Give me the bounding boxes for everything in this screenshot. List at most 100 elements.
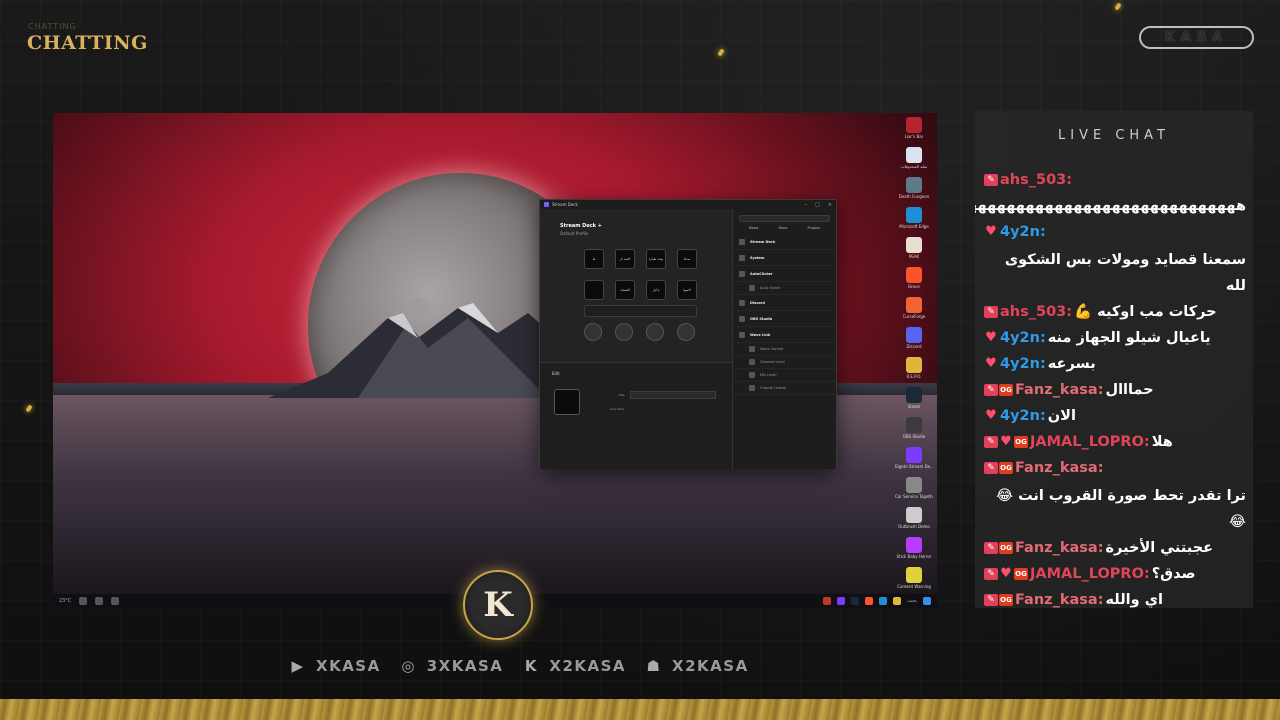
stream-deck-key[interactable] [584,280,604,300]
desktop-icon-peak[interactable]: PEAK [895,233,933,259]
chat-username[interactable]: ahs_503: [1000,299,1072,325]
badges: ✎ ♥ OG [984,567,1028,580]
desktop-icon-car-service[interactable]: Car Service Together [895,473,933,499]
stick-baby-icon [906,537,922,553]
taskbar-icon[interactable] [95,597,104,605]
chat-list: ✎ ahs_503: هههههههههههههههههههههههههههههه ♥… [975,167,1246,608]
category-item[interactable]: Wave Control [733,343,836,356]
dial[interactable] [584,323,602,341]
search-box[interactable]: بحث [907,598,917,604]
search-input[interactable] [739,215,830,222]
stream-deck-key[interactable]: يا ليل [646,280,666,300]
desktop-icon-discord[interactable]: Discord [895,323,933,349]
desktop-icon-curseforge[interactable]: CurseForge [895,293,933,319]
taskbar-icon[interactable] [893,597,902,605]
chat-username[interactable]: 4y2n: [1000,351,1046,377]
desktop-icon-elgato-stream-deck[interactable]: Elgato Stream De... [895,443,933,469]
desktop-icon-recycle-bin[interactable]: سلة المحذوفات [895,143,933,169]
desktop-icon-brave[interactable]: Brave [895,263,933,289]
category-item[interactable]: Stream Deck [733,234,836,250]
recycle-bin-icon [906,147,922,163]
tab-store[interactable]: Store [778,226,787,230]
chat-username[interactable]: ahs_503: [1000,167,1072,193]
category-icon [739,331,745,338]
profile-sub[interactable]: Default Profile [560,231,588,236]
desktop-icon-stick-baby[interactable]: Stick Baby Horror [895,533,933,559]
touch-strip[interactable] [584,305,697,317]
chat-message: ♥ 4y2n: ياعيال شيلو الجهاز منه [984,325,1246,351]
category-item[interactable]: OBS Studio [733,311,836,327]
category-item[interactable]: Wave Link [733,327,836,343]
dial[interactable] [646,323,664,341]
stream-deck-key[interactable]: وقت طيارة [646,249,666,269]
og-badge-icon: OG [999,542,1013,554]
chat-username[interactable]: 4y2n: [1000,325,1046,351]
tab-news[interactable]: News [749,226,758,230]
desktop-icon-liars-bar[interactable]: Liar's Bar [895,113,933,139]
taskbar-icon[interactable] [879,597,888,605]
stream-deck-key[interactable]: اكسها [677,280,697,300]
chat-message: ♥ 4y2n: سمعنا قصايد ومولات بس الشكوى لله [984,219,1246,299]
desktop-icon-death-fungeon[interactable]: Death Fungeon [895,173,933,199]
category-item[interactable]: Mix Level [733,369,836,382]
category-item[interactable]: AutoClicker [733,266,836,282]
chat-text: ياعيال شيلو الجهاز منه [1047,330,1211,346]
category-item[interactable]: System [733,250,836,266]
close-icon[interactable]: × [828,202,832,208]
category-item[interactable]: Output Control [733,382,836,395]
desktop-icon-label: R.E.P.O. [906,374,922,379]
desktop-icon-content-warning[interactable]: Content Warning [895,563,933,589]
chat-username[interactable]: 4y2n: [1000,403,1046,429]
title-input[interactable] [630,391,716,399]
chat-message: هههههههههههههههههههههههههههههه [975,193,1246,219]
chat-username[interactable]: JAMAL_LOPRO: [1030,429,1150,455]
actions-sidebar: News Store Plugins Stream Deck System AutoCl… [732,209,836,469]
category-label: Discord [750,300,765,305]
pen-badge-icon: ✎ [984,436,998,448]
taskbar-icon[interactable] [823,597,832,605]
pen-badge-icon: ✎ [984,568,998,580]
profile-selector[interactable]: Stream Deck + [560,223,602,229]
stream-deck-titlebar[interactable]: Stream Deck – □ × [540,200,836,209]
taskbar-icon[interactable] [837,597,846,605]
taskbar-icon[interactable] [865,597,874,605]
windows-start-icon[interactable] [923,597,931,605]
desktop-icon-microsoft-edge[interactable]: Microsoft Edge [895,203,933,229]
chat-username[interactable]: Fanz_kasa: [1015,587,1104,608]
taskbar-icon[interactable] [111,597,120,605]
maximize-icon[interactable]: □ [815,202,820,208]
heart-badge-icon: ♥ [985,408,997,423]
chat-message: ✎ OG Fanz_kasa: حمااال [984,377,1246,403]
chat-username[interactable]: Fanz_kasa: [1015,455,1104,481]
stream-deck-key[interactable]: صدقا [677,249,697,269]
stream-deck-window[interactable]: Stream Deck – □ × Stream Deck + Default … [539,199,837,469]
category-icon [749,346,755,352]
taskbar-icon[interactable] [79,597,88,605]
category-item[interactable]: Channel Level [733,356,836,369]
category-icon [749,385,755,391]
tab-plugins[interactable]: Plugins [808,226,821,230]
desktop-icon-repo[interactable]: R.E.P.O. [895,353,933,379]
taskbar-icon[interactable] [851,597,860,605]
stream-deck-key[interactable]: ط [584,249,604,269]
chat-text: حركات مب اوكيه 💪 [1074,304,1217,320]
desktop-icon-outbrush[interactable]: Outbrush Demo [895,503,933,529]
desktop-icon-obs-studio[interactable]: OBS Studio [895,413,933,439]
weather-widget[interactable]: 23°C [59,598,71,604]
stream-deck-key[interactable]: الفسحة [615,280,635,300]
chat-username[interactable]: 4y2n: [1000,219,1046,245]
desktop-icon-label: Car Service Together [895,494,933,499]
chat-username[interactable]: Fanz_kasa: [1015,377,1104,403]
desktop-icon-label: CurseForge [902,314,926,319]
dial[interactable] [677,323,695,341]
edit-key-preview[interactable] [554,389,580,415]
chat-username[interactable]: JAMAL_LOPRO: [1030,561,1150,587]
dial[interactable] [615,323,633,341]
category-label: System [750,255,765,260]
desktop-icon-steam[interactable]: Steam [895,383,933,409]
minimize-icon[interactable]: – [805,202,808,208]
category-item[interactable]: Discord [733,295,836,311]
chat-username[interactable]: Fanz_kasa: [1015,535,1104,561]
stream-deck-key[interactable]: اكسة نار [615,249,635,269]
category-item[interactable]: Auto clicker [733,282,836,295]
